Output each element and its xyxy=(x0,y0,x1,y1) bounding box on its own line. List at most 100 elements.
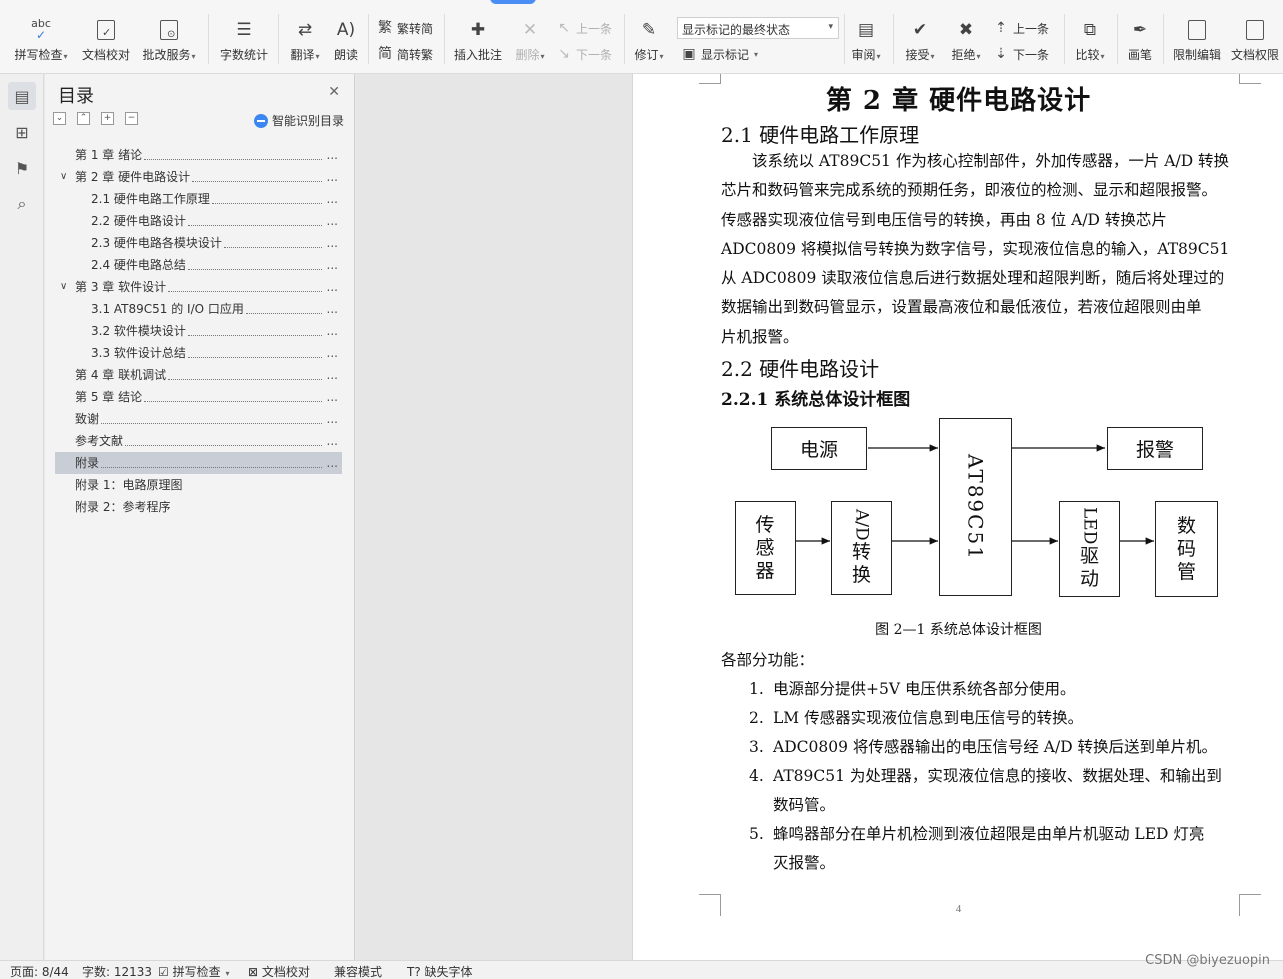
adc-block: A/D 转换 xyxy=(831,501,892,595)
toc-dot-leader xyxy=(188,269,322,270)
list-number: 4. xyxy=(749,767,764,785)
insert-comment-button[interactable]: ✚ 插入批注 xyxy=(452,18,504,63)
toc-item-label: 致谢 xyxy=(75,412,100,426)
reject-change-button[interactable]: ✖ 拒绝▾ xyxy=(946,18,986,63)
toc-icon[interactable]: ▤ xyxy=(8,82,36,110)
missing-font-button[interactable]: T? 缺失字体 xyxy=(407,963,473,979)
toc-item[interactable]: ∨ 第 2 章 硬件电路设计... xyxy=(55,166,342,188)
document-page[interactable]: 第 2 章 硬件电路设计 2.1 硬件电路工作原理 该系统以 AT89C51 作… xyxy=(632,74,1283,960)
toc-item[interactable]: 2.1 硬件电路工作原理... xyxy=(55,188,342,210)
compare-button[interactable]: ⧉ 比较▾ xyxy=(1070,18,1110,63)
toc-item[interactable]: ∨ 第 3 章 软件设计... xyxy=(55,276,342,298)
remove-heading-icon[interactable]: − xyxy=(125,112,138,125)
search-icon[interactable]: ⌕ xyxy=(8,190,36,218)
smart-toc-button[interactable]: 智能识别目录 xyxy=(253,112,344,129)
toc-page-ellipsis: ... xyxy=(326,302,338,316)
font-warning-icon: T? xyxy=(407,965,421,979)
word-count-icon: ☰ xyxy=(236,20,252,40)
review-pane-button[interactable]: ▤ 审阅▾ xyxy=(846,18,886,63)
document-proofread-button[interactable]: ✓ 文档校对 xyxy=(80,18,132,63)
traditional-to-simplified-button[interactable]: 繁 繁转简 xyxy=(377,18,433,38)
previous-change-button[interactable]: ⇡ 上一条 xyxy=(993,18,1049,38)
list-item: 2. LM 传感器实现液位信息到电压信号的转换。 xyxy=(721,704,1251,733)
toc-item[interactable]: 第 1 章 绪论... xyxy=(55,144,342,166)
correction-service-button[interactable]: ⊙ 批改服务▾ xyxy=(139,18,199,63)
ribbon-separator xyxy=(844,14,845,64)
word-count-indicator[interactable]: 字数: 12133 xyxy=(82,963,152,979)
accept-change-button[interactable]: ✔ 接受▾ xyxy=(900,18,940,63)
chapter-nav-icon[interactable]: ⊞ xyxy=(8,118,36,146)
toc-item-label: 3.1 AT89C51 的 I/O 口应用 xyxy=(91,302,244,316)
read-aloud-button[interactable]: A) 朗读 xyxy=(331,18,361,63)
translate-button[interactable]: ⇄ 翻译▾ xyxy=(286,18,324,63)
list-number: 2. xyxy=(749,709,764,727)
accept-icon: ✔ xyxy=(912,20,928,40)
add-heading-icon[interactable]: + xyxy=(101,112,114,125)
collapse-all-icon[interactable]: ⌄ xyxy=(53,112,66,125)
checkbox-icon: ☑ xyxy=(158,965,169,979)
toc-dot-leader xyxy=(224,247,322,248)
toc-item-label: 附录 xyxy=(75,456,100,470)
toc-item[interactable]: 第 5 章 结论... xyxy=(55,386,342,408)
toc-dot-leader xyxy=(188,357,322,358)
compare-icon: ⧉ xyxy=(1083,20,1097,40)
toc-item[interactable]: 2.3 硬件电路各模块设计... xyxy=(55,232,342,254)
expand-up-icon[interactable]: ⌃ xyxy=(77,112,90,125)
toc-item[interactable]: 附录 2：参考程序 xyxy=(55,496,342,518)
bookmark-icon[interactable]: ⚑ xyxy=(8,154,36,182)
previous-change-icon: ⇡ xyxy=(995,20,1007,36)
toc-item[interactable]: 3.3 软件设计总结... xyxy=(55,342,342,364)
toc-item-label: 第 4 章 联机调试 xyxy=(75,368,167,382)
toc-item[interactable]: 2.4 硬件电路总结... xyxy=(55,254,342,276)
simplified-to-traditional-button[interactable]: 简 简转繁 xyxy=(377,44,433,64)
toc-item[interactable]: 3.1 AT89C51 的 I/O 口应用... xyxy=(55,298,342,320)
ribbon-separator xyxy=(1163,14,1164,64)
restrict-editing-button[interactable]: 限制编辑 xyxy=(1170,18,1224,63)
toc-item[interactable]: 2.2 硬件电路设计... xyxy=(55,210,342,232)
toc-item[interactable]: 附录 1：电路原理图 xyxy=(55,474,342,496)
next-comment-button[interactable]: ↘ 下一条 xyxy=(556,44,612,64)
chevron-down-icon[interactable]: ∨ xyxy=(60,276,72,298)
spellcheck-icon: abc ✓ xyxy=(31,17,51,42)
status-proofread-button[interactable]: ⊠ 文档校对 xyxy=(248,963,310,979)
document-canvas[interactable]: 第 2 章 硬件电路设计 2.1 硬件电路工作原理 该系统以 AT89C51 作… xyxy=(356,74,1283,960)
page-indicator[interactable]: 页面: 8/44 xyxy=(10,963,69,979)
ribbon-separator xyxy=(368,14,369,64)
active-tab-indicator[interactable] xyxy=(490,0,536,4)
word-count-button[interactable]: ☰ 字数统计 xyxy=(218,18,270,63)
status-spellcheck-button[interactable]: ☑ 拼写检查 ▾ xyxy=(158,963,229,979)
toc-dot-leader xyxy=(144,159,322,160)
track-changes-button[interactable]: ✎ 修订▾ xyxy=(631,18,667,63)
page-number: 4 xyxy=(955,903,962,915)
toc-item[interactable]: 3.2 软件模块设计... xyxy=(55,320,342,342)
delete-comment-button[interactable]: ✕ 删除▾ xyxy=(510,18,550,63)
wps-writer-window: abc ✓ 拼写检查▾ ✓ 文档校对 ⊙ 批改服务▾ ☰ 字数统计 ⇄ 翻译▾ A… xyxy=(0,0,1283,979)
insert-comment-icon: ✚ xyxy=(470,20,486,40)
list-item-text: AT89C51 为处理器，实现液位信息的接收、数据处理、和输出到 xyxy=(773,767,1222,785)
toc-page-ellipsis: ... xyxy=(326,148,338,162)
next-change-button[interactable]: ⇣ 下一条 xyxy=(993,44,1049,64)
close-icon[interactable]: ✕ xyxy=(328,84,340,100)
figure-caption: 图 2—1 系统总体设计框图 xyxy=(875,622,1042,638)
display-block: 数码管 xyxy=(1155,501,1218,597)
markup-state-select[interactable]: 显示标记的最终状态 ▾ xyxy=(677,17,839,39)
toc-item[interactable]: 附录... xyxy=(55,452,342,474)
spellcheck-button[interactable]: abc ✓ 拼写检查▾ xyxy=(10,18,72,63)
led-driver-block: LED 驱动 xyxy=(1059,501,1120,597)
chevron-down-icon[interactable]: ∨ xyxy=(60,166,72,188)
pen-button[interactable]: ✒ 画笔 xyxy=(1124,18,1156,63)
toc-item[interactable]: 致谢... xyxy=(55,408,342,430)
document-permission-button[interactable]: 文档权限 xyxy=(1229,18,1281,63)
document-permission-icon xyxy=(1242,18,1268,42)
toc-item[interactable]: 参考文献... xyxy=(55,430,342,452)
toc-item[interactable]: 第 4 章 联机调试... xyxy=(55,364,342,386)
toc-level-controls: ⌄ ⌃ + − xyxy=(53,112,138,125)
show-markup-icon: ▣ xyxy=(682,46,696,62)
list-item: 4. AT89C51 为处理器，实现液位信息的接收、数据处理、和输出到 数码管。 xyxy=(721,762,1251,820)
toc-item-label: 2.1 硬件电路工作原理 xyxy=(91,192,210,206)
previous-comment-button[interactable]: ↖ 上一条 xyxy=(556,18,612,38)
toc-item-label: 附录 2：参考程序 xyxy=(75,500,171,514)
ribbon-separator xyxy=(1064,14,1065,64)
show-markup-button[interactable]: ▣ 显示标记 ▾ xyxy=(681,44,758,64)
toc-item-label: 2.4 硬件电路总结 xyxy=(91,258,186,272)
